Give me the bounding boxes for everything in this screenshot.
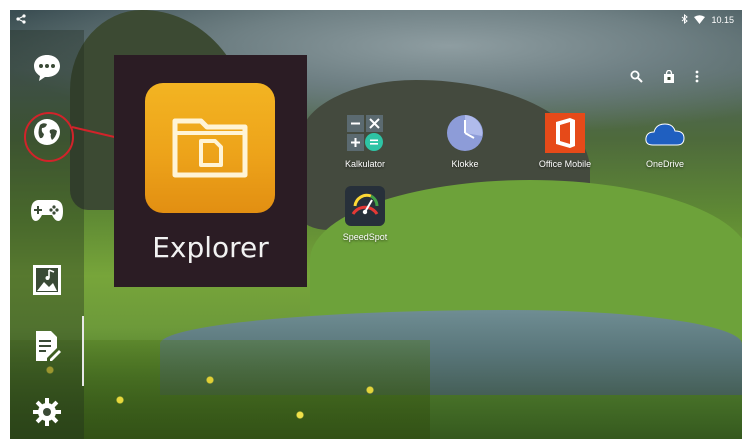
share-icon: [16, 14, 26, 27]
store-bag-icon[interactable]: [663, 69, 675, 88]
app-onedrive[interactable]: OneDrive: [625, 113, 705, 169]
highlight-circle: [24, 112, 74, 162]
sidebar: [10, 30, 84, 439]
speedometer-icon: [345, 186, 385, 226]
clock-time: 10.15: [711, 15, 734, 25]
gamepad-icon[interactable]: [27, 190, 67, 230]
explorer-zoom-panel: Explorer: [114, 55, 307, 287]
app-label: OneDrive: [645, 159, 684, 169]
app-office-mobile[interactable]: Office Mobile: [525, 113, 605, 169]
explorer-label: Explorer: [152, 231, 269, 264]
office-icon: [545, 113, 585, 153]
home-screen: 10.15 Explorer Kalkulator Klokke Office …: [10, 10, 742, 439]
app-label: Kalkulator: [344, 159, 386, 169]
music-gallery-icon[interactable]: [27, 260, 67, 300]
bluetooth-icon: [681, 13, 689, 26]
top-actions: [630, 69, 699, 88]
cloud-icon: [645, 113, 685, 153]
app-label: SpeedSpot: [342, 232, 388, 242]
more-vert-icon[interactable]: [695, 70, 699, 88]
status-bar: 10.15: [10, 10, 742, 30]
app-speedspot[interactable]: SpeedSpot: [325, 186, 405, 242]
app-klokke[interactable]: Klokke: [425, 113, 505, 169]
app-label: Klokke: [451, 159, 479, 169]
app-kalkulator[interactable]: Kalkulator: [325, 113, 405, 169]
document-edit-icon[interactable]: [27, 326, 67, 366]
gear-icon[interactable]: [27, 392, 67, 432]
scroll-indicator: [82, 316, 84, 386]
chat-icon[interactable]: [27, 48, 67, 88]
wifi-icon: [694, 14, 706, 26]
clock-icon: [445, 113, 485, 153]
calculator-icon: [345, 113, 385, 153]
app-label: Office Mobile: [538, 159, 592, 169]
folder-document-icon[interactable]: [145, 83, 275, 213]
search-icon[interactable]: [630, 70, 643, 88]
